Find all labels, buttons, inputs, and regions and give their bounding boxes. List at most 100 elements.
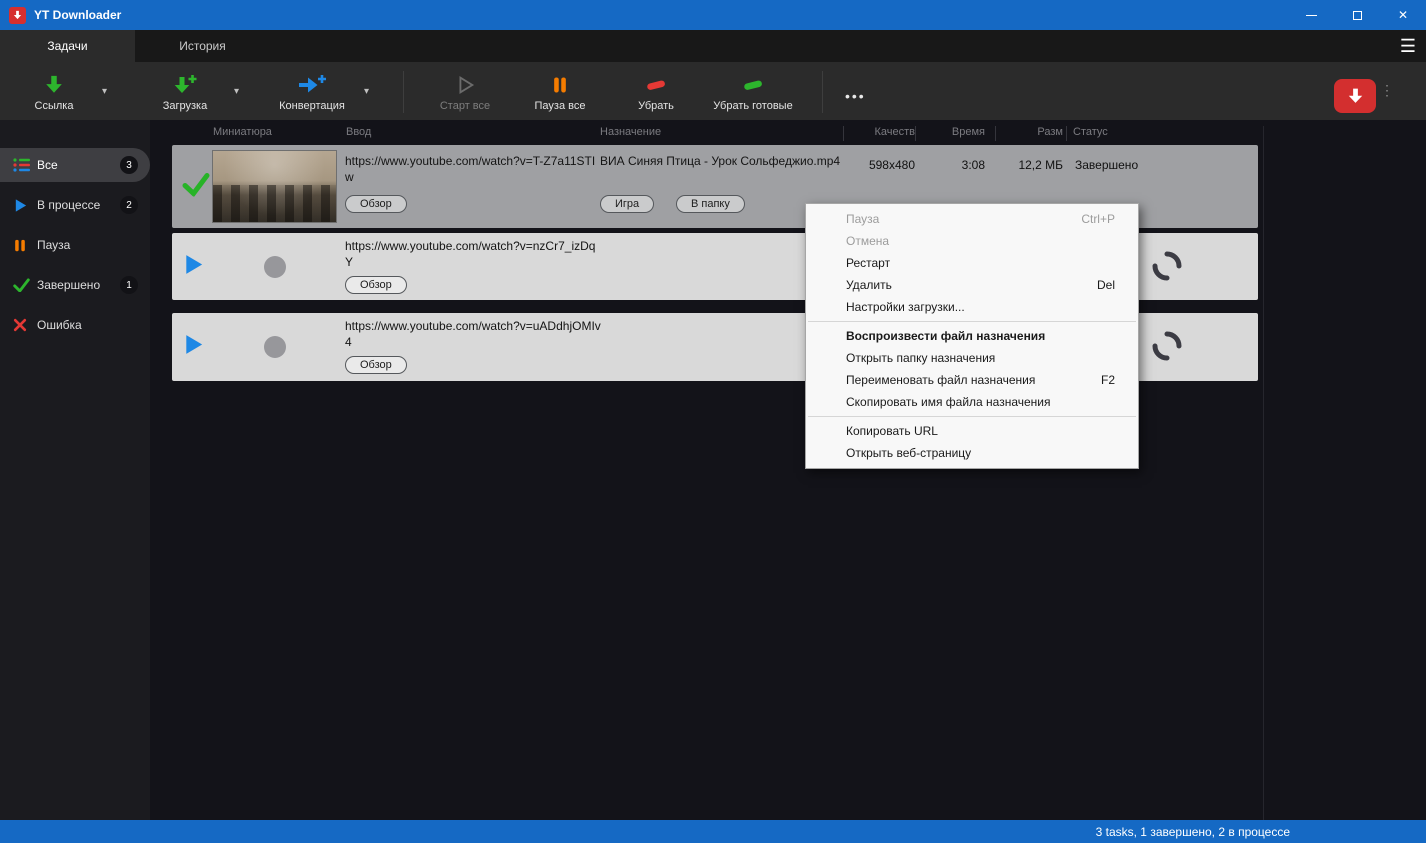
hamburger-menu-icon[interactable]: ☰ bbox=[1400, 30, 1416, 62]
context-menu-item-download-settings[interactable]: Настройки загрузки... bbox=[806, 296, 1138, 318]
toolbar-separator bbox=[403, 71, 404, 113]
context-menu-item-play-destination-file[interactable]: Воспроизвести файл назначения bbox=[806, 325, 1138, 347]
quick-download-kebab-icon[interactable]: ⋮ bbox=[1380, 83, 1394, 97]
sidebar: Все 3 В процессе 2 Пауза Завершено 1 Оши… bbox=[0, 120, 150, 820]
context-menu-item-cancel[interactable]: Отмена bbox=[806, 230, 1138, 252]
convert-plus-icon bbox=[297, 72, 327, 98]
remove-label: Убрать bbox=[638, 100, 674, 112]
play-file-button[interactable]: Игра bbox=[600, 195, 655, 213]
tab-tasks[interactable]: Задачи bbox=[0, 30, 135, 62]
convert-button[interactable]: Конвертация bbox=[266, 70, 358, 116]
app-logo-icon bbox=[9, 6, 26, 24]
start-all-icon bbox=[454, 72, 476, 98]
sidebar-item-label: Все bbox=[37, 158, 58, 172]
download-dropdown-chevron[interactable]: ▾ bbox=[234, 86, 239, 97]
close-button[interactable]: ✕ bbox=[1380, 0, 1426, 30]
menu-item-label: Настройки загрузки... bbox=[846, 300, 965, 314]
task-list: Миниатюра Ввод Назначение Качеств Время … bbox=[150, 120, 1426, 820]
menu-item-shortcut: Ctrl+P bbox=[1081, 212, 1115, 226]
maximize-icon bbox=[1352, 10, 1362, 20]
browse-button[interactable]: Обзор bbox=[345, 276, 407, 294]
error-x-icon bbox=[13, 318, 37, 332]
column-header-size: Разм bbox=[1037, 126, 1063, 138]
list-all-icon bbox=[13, 157, 37, 173]
open-folder-button[interactable]: В папку bbox=[676, 195, 745, 213]
pause-all-button[interactable]: Пауза все bbox=[520, 70, 600, 116]
context-menu-item-open-destination-folder[interactable]: Открыть папку назначения bbox=[806, 347, 1138, 369]
status-cell: Завершено bbox=[1075, 158, 1139, 172]
maximize-button[interactable] bbox=[1334, 0, 1380, 30]
menu-item-label: Открыть веб-страницу bbox=[846, 446, 972, 460]
convert-dropdown-chevron[interactable]: ▾ bbox=[364, 86, 369, 97]
start-all-button[interactable]: Старт все bbox=[425, 70, 505, 116]
sidebar-item-label: Завершено bbox=[37, 278, 101, 292]
context-menu-item-rename-destination-file[interactable]: Переименовать файл назначения F2 bbox=[806, 369, 1138, 391]
download-arrow-icon bbox=[1348, 88, 1362, 103]
link-dropdown-chevron[interactable]: ▾ bbox=[102, 86, 107, 97]
video-thumbnail[interactable] bbox=[212, 150, 337, 223]
quick-download-button[interactable] bbox=[1334, 79, 1376, 113]
download-plus-icon bbox=[172, 72, 199, 98]
column-divider bbox=[1066, 126, 1067, 141]
context-menu-item-pause[interactable]: Пауза Ctrl+P bbox=[806, 208, 1138, 230]
column-divider bbox=[1263, 126, 1264, 820]
sidebar-item-completed[interactable]: Завершено 1 bbox=[0, 268, 150, 302]
window-controls: ✕ bbox=[1288, 0, 1426, 30]
download-button[interactable]: Загрузка bbox=[146, 70, 224, 116]
context-menu-item-copy-url[interactable]: Копировать URL bbox=[806, 420, 1138, 442]
minimize-button[interactable] bbox=[1288, 0, 1334, 30]
more-actions-icon[interactable]: ••• bbox=[845, 88, 866, 104]
browse-button[interactable]: Обзор bbox=[345, 195, 407, 213]
context-menu-item-restart[interactable]: Рестарт bbox=[806, 252, 1138, 274]
task-url: https://www.youtube.com/watch?v=uADdhjOM… bbox=[345, 319, 601, 349]
column-divider bbox=[995, 126, 996, 141]
count-badge: 2 bbox=[120, 196, 138, 214]
task-url: https://www.youtube.com/watch?v=T-Z7a11S… bbox=[345, 154, 596, 184]
count-badge: 3 bbox=[120, 156, 138, 174]
sidebar-item-label: В процессе bbox=[37, 198, 101, 212]
remove-icon bbox=[644, 72, 668, 98]
size-cell: 12,2 МБ bbox=[1018, 158, 1063, 172]
column-header-thumbnail: Миниатюра bbox=[213, 126, 272, 138]
loading-spinner-icon bbox=[1150, 249, 1184, 288]
playing-icon bbox=[182, 252, 205, 282]
sidebar-item-all[interactable]: Все 3 bbox=[0, 148, 150, 182]
close-icon: ✕ bbox=[1397, 8, 1409, 22]
sidebar-item-error[interactable]: Ошибка bbox=[0, 308, 150, 342]
column-divider bbox=[843, 126, 844, 141]
sidebar-item-paused[interactable]: Пауза bbox=[0, 228, 150, 262]
status-bar: 3 tasks, 1 завершено, 2 в процессе bbox=[0, 820, 1426, 843]
tab-history[interactable]: История bbox=[135, 30, 270, 62]
context-menu-item-open-webpage[interactable]: Открыть веб-страницу bbox=[806, 442, 1138, 464]
context-menu-item-delete[interactable]: Удалить Del bbox=[806, 274, 1138, 296]
context-menu-item-copy-destination-filename[interactable]: Скопировать имя файла назначения bbox=[806, 391, 1138, 413]
start-all-label: Старт все bbox=[439, 100, 491, 112]
menu-item-shortcut: Del bbox=[1096, 278, 1115, 292]
remove-button[interactable]: Убрать bbox=[618, 70, 694, 116]
check-icon bbox=[13, 278, 37, 292]
column-header-destination: Назначение bbox=[600, 126, 662, 138]
minimize-icon bbox=[1305, 14, 1317, 16]
titlebar: YT Downloader ✕ bbox=[0, 0, 1426, 30]
remove-completed-label: Убрать готовые bbox=[713, 100, 793, 112]
column-header-quality: Качеств bbox=[874, 126, 915, 138]
loading-spinner-icon bbox=[1150, 329, 1184, 368]
browse-button[interactable]: Обзор bbox=[345, 356, 407, 374]
remove-completed-button[interactable]: Убрать готовые bbox=[694, 70, 812, 116]
menu-item-label: Воспроизвести файл назначения bbox=[846, 329, 1046, 343]
column-header-input: Ввод bbox=[346, 126, 372, 138]
playing-icon bbox=[182, 332, 205, 362]
menu-item-label: Переименовать файл назначения bbox=[846, 373, 1036, 387]
download-label: Загрузка bbox=[162, 100, 208, 112]
link-button[interactable]: Ссылка bbox=[18, 70, 90, 116]
completed-check-icon bbox=[182, 172, 210, 201]
menu-separator bbox=[808, 416, 1136, 417]
menu-item-label: Рестарт bbox=[846, 256, 891, 270]
toolbar-separator bbox=[822, 71, 823, 113]
sidebar-item-in-progress[interactable]: В процессе 2 bbox=[0, 188, 150, 222]
column-header-time: Время bbox=[951, 126, 985, 138]
menu-item-shortcut: F2 bbox=[1100, 373, 1115, 387]
tab-bar: Задачи История ☰ bbox=[0, 30, 1426, 62]
menu-separator bbox=[808, 321, 1136, 322]
menu-item-label: Отмена bbox=[846, 234, 890, 248]
